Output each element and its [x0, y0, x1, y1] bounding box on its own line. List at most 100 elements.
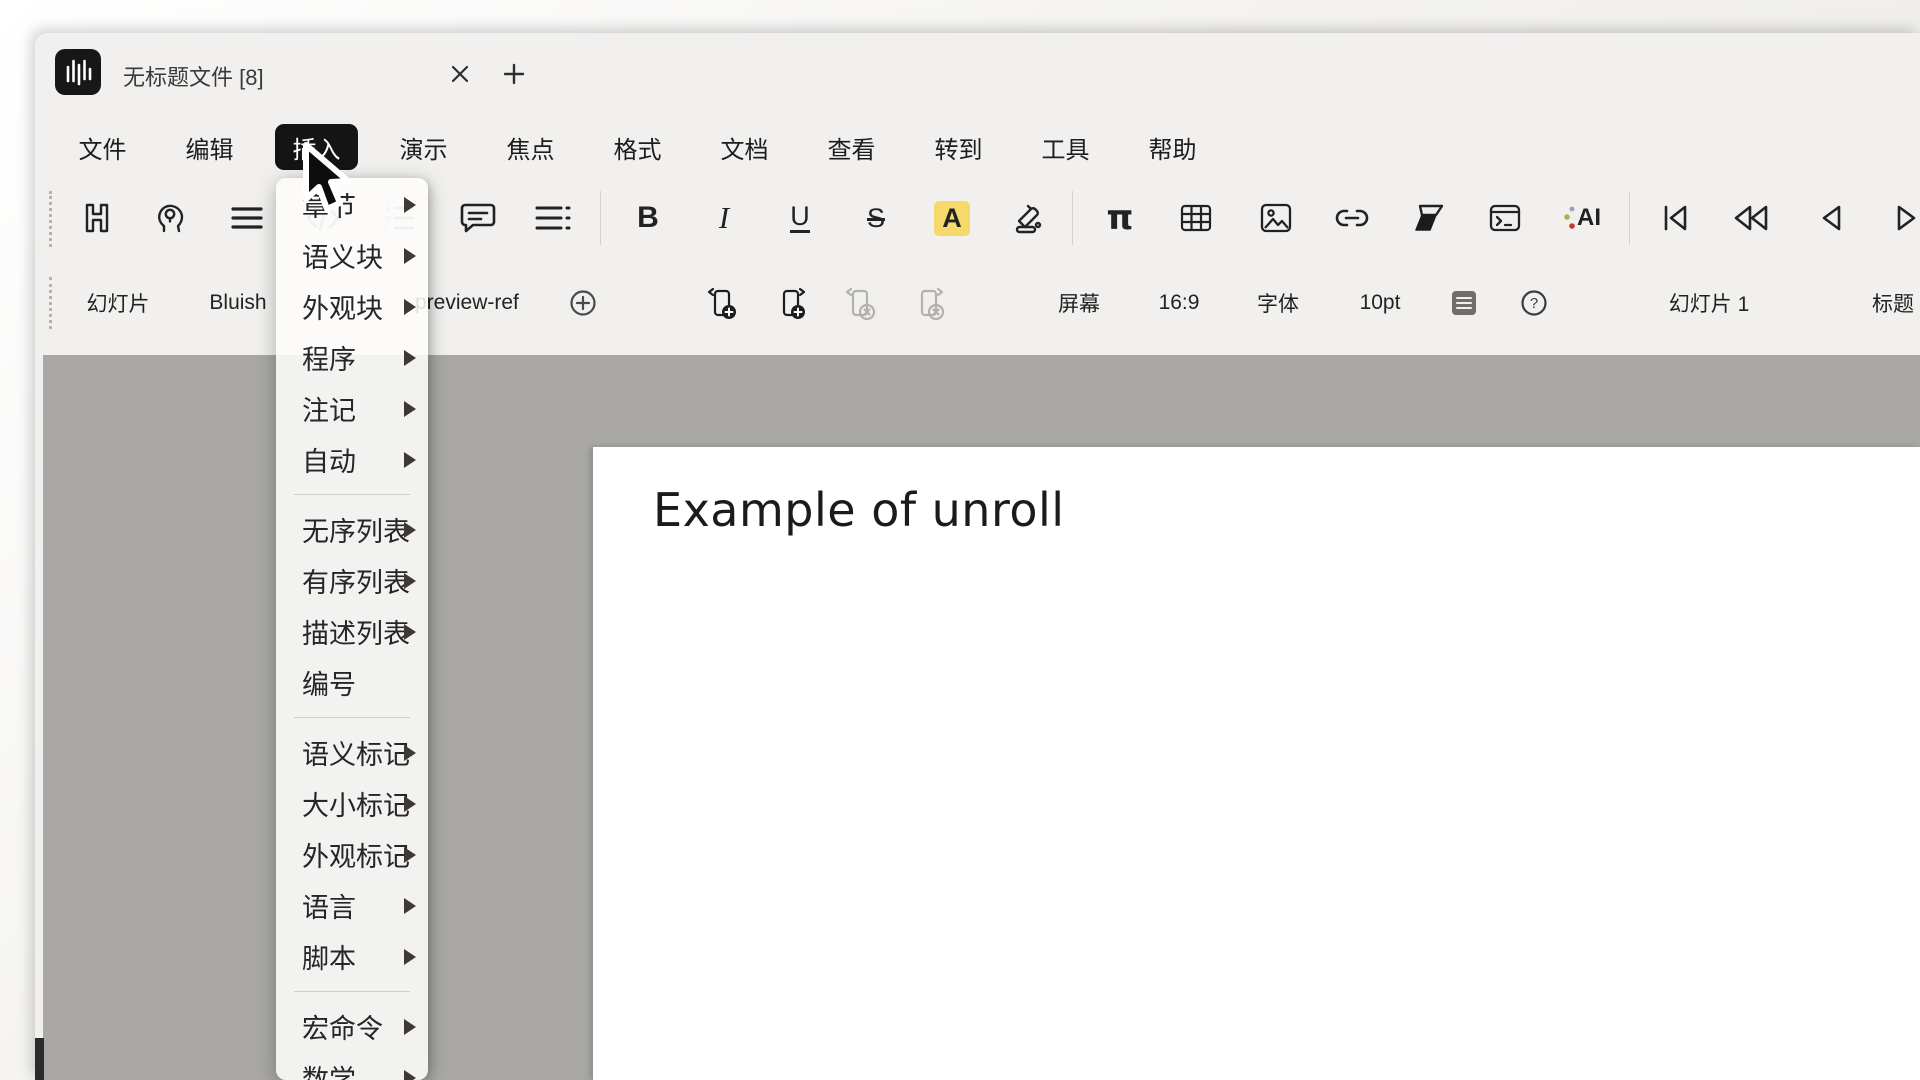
link-icon[interactable] [1330, 196, 1374, 240]
window-edge [35, 1038, 44, 1080]
field-indicator[interactable]: 标题 [1872, 270, 1914, 336]
slide-indicator[interactable]: 幻灯片 1 [1669, 270, 1750, 336]
insert-menu-item-8[interactable]: 有序列表 [276, 555, 428, 606]
slide-page[interactable]: Example of unroll [593, 447, 1920, 1080]
highlight-color-button[interactable]: A [930, 196, 974, 240]
toolbar-separator [600, 191, 601, 245]
insert-menu-item-14[interactable]: 外观标记 [276, 829, 428, 880]
page-layout-icon[interactable] [1450, 270, 1478, 336]
insert-menu-item-label: 自动 [302, 440, 356, 479]
table-icon[interactable] [1174, 196, 1218, 240]
list-detail-icon[interactable] [531, 196, 575, 240]
insert-menu-item-12[interactable]: 语义标记 [276, 727, 428, 778]
insert-menu-item-13[interactable]: 大小标记 [276, 778, 428, 829]
insert-menu-item-16[interactable]: 脚本 [276, 931, 428, 982]
math-pi-icon[interactable]: π [1098, 196, 1142, 240]
menubar-item-label: 查看 [828, 130, 876, 165]
insert-menu-item-7[interactable]: 无序列表 [276, 504, 428, 555]
remove-slide-before-icon[interactable] [844, 270, 876, 336]
heading-icon[interactable] [75, 196, 119, 240]
insert-menu-item-label: 数学 [302, 1058, 356, 1080]
insert-menu-item-4[interactable]: 注记 [276, 383, 428, 434]
insert-menu-item-18[interactable]: 宏命令 [276, 1001, 428, 1052]
menubar-item-6[interactable]: 文档 [691, 119, 798, 175]
comment-icon[interactable] [456, 196, 500, 240]
back-icon[interactable] [1809, 196, 1853, 240]
insert-slide-after-icon[interactable] [775, 270, 807, 336]
close-tab-icon[interactable] [443, 57, 477, 91]
ink-fill-icon[interactable] [1006, 196, 1050, 240]
app-window: 无标题文件 [8] 文件编辑插入演示焦点格式文档查看转到工具帮助 1oi [35, 33, 1920, 1080]
menubar-item-4[interactable]: 焦点 [477, 119, 584, 175]
insert-menu-item-label: 大小标记 [302, 784, 410, 823]
strikethrough-button[interactable]: S [854, 196, 898, 240]
menubar-item-label: 工具 [1042, 130, 1090, 165]
menubar-item-5[interactable]: 格式 [584, 119, 691, 175]
fold-icon[interactable] [1407, 196, 1451, 240]
menubar-item-7[interactable]: 查看 [798, 119, 905, 175]
submenu-arrow-icon [404, 847, 416, 863]
hamburger-menu-icon[interactable] [225, 196, 269, 240]
submenu-arrow-icon [404, 949, 416, 965]
theme-button[interactable]: Bluish [209, 270, 266, 336]
menu-separator [276, 982, 428, 1001]
slide-title-text[interactable]: Example of unroll [653, 483, 1065, 537]
insert-menu-item-9[interactable]: 描述列表 [276, 606, 428, 657]
insert-menu-item-label: 宏命令 [302, 1007, 383, 1046]
insert-menu-item-label: 注记 [302, 389, 356, 428]
image-icon[interactable] [1254, 196, 1298, 240]
insert-menu-item-19[interactable]: 数学 [276, 1052, 428, 1080]
insert-menu-item-label: 外观块 [302, 287, 383, 326]
menubar-item-3[interactable]: 演示 [370, 119, 477, 175]
underline-button[interactable]: U [778, 196, 822, 240]
menubar-item-label: 转到 [935, 130, 983, 165]
insert-menu-item-1[interactable]: 语义块 [276, 230, 428, 281]
menubar-item-label: 焦点 [507, 130, 555, 165]
insert-menu-item-5[interactable]: 自动 [276, 434, 428, 485]
submenu-arrow-icon [404, 1019, 416, 1035]
insert-menu-item-3[interactable]: 程序 [276, 332, 428, 383]
insert-menu-item-label: 语义标记 [302, 733, 410, 772]
insert-menu-item-10[interactable]: 编号 [276, 657, 428, 708]
slideshow-style-button[interactable]: 幻灯片 [87, 270, 150, 336]
insert-menu-item-15[interactable]: 语言 [276, 880, 428, 931]
insert-menu-item-label: 无序列表 [302, 510, 410, 549]
font-size-button[interactable]: 10pt [1360, 270, 1401, 336]
menubar-item-label: 演示 [400, 130, 448, 165]
forward-icon[interactable] [1885, 196, 1920, 240]
menubar-item-0[interactable]: 文件 [49, 119, 156, 175]
terminal-icon[interactable] [1483, 196, 1527, 240]
insert-menu-item-2[interactable]: 外观块 [276, 281, 428, 332]
tab-title[interactable]: 无标题文件 [8] [123, 60, 264, 92]
submenu-arrow-icon [404, 796, 416, 812]
remove-slide-after-icon[interactable] [913, 270, 945, 336]
skip-to-start-icon[interactable] [1653, 196, 1697, 240]
submenu-arrow-icon [404, 1070, 416, 1080]
help-icon[interactable]: ? [1520, 270, 1548, 336]
aspect-ratio-button[interactable]: 16:9 [1159, 270, 1200, 336]
menubar-item-label: 帮助 [1149, 130, 1197, 165]
menubar-item-10[interactable]: 帮助 [1119, 119, 1226, 175]
bold-button[interactable]: B [626, 196, 670, 240]
package-button[interactable]: preview-ref [415, 270, 519, 336]
submenu-arrow-icon [404, 573, 416, 589]
screen-mode-button[interactable]: 屏幕 [1058, 270, 1100, 336]
insert-menu-dropdown: 章节语义块外观块程序注记自动无序列表有序列表描述列表编号语义标记大小标记外观标记… [276, 178, 428, 1080]
submenu-arrow-icon [404, 452, 416, 468]
submenu-arrow-icon [404, 745, 416, 761]
idea-head-icon[interactable] [149, 196, 193, 240]
insert-slide-before-icon[interactable] [706, 270, 738, 336]
font-button[interactable]: 字体 [1257, 270, 1299, 336]
add-package-icon[interactable] [569, 270, 597, 336]
menubar-item-8[interactable]: 转到 [905, 119, 1012, 175]
italic-button[interactable]: I [702, 196, 746, 240]
ai-icon[interactable]: AI [1560, 196, 1604, 240]
menubar-item-9[interactable]: 工具 [1012, 119, 1119, 175]
rewind-icon[interactable] [1729, 196, 1773, 240]
new-tab-icon[interactable] [497, 57, 531, 91]
submenu-arrow-icon [404, 299, 416, 315]
menubar-item-1[interactable]: 编辑 [156, 119, 263, 175]
submenu-arrow-icon [404, 401, 416, 417]
insert-menu-item-label: 描述列表 [302, 612, 410, 651]
toolbar-drag-handle[interactable] [49, 191, 52, 247]
